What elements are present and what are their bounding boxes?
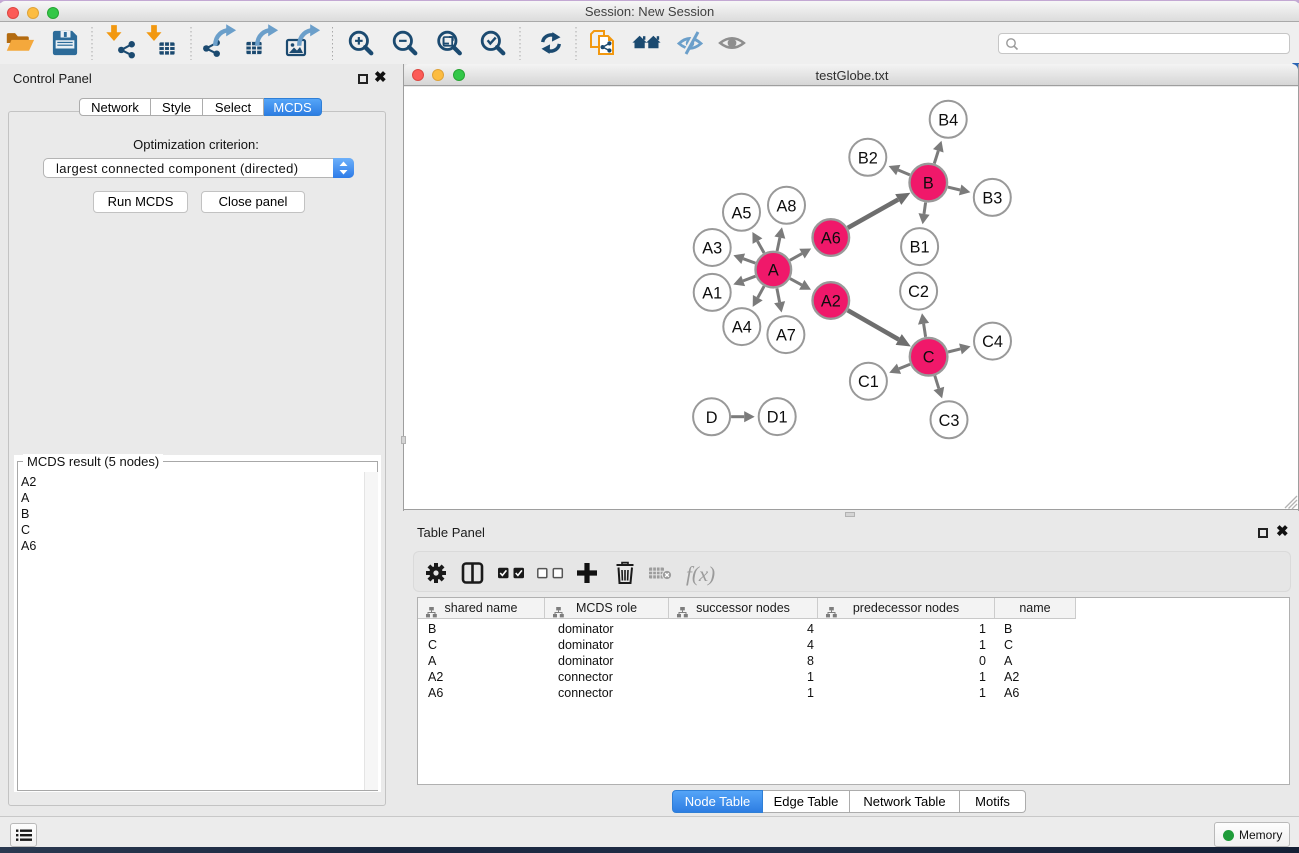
- svg-text:B3: B3: [982, 189, 1002, 207]
- svg-text:B4: B4: [938, 111, 958, 129]
- svg-text:C2: C2: [908, 283, 929, 301]
- svg-text:D: D: [706, 409, 718, 427]
- svg-text:C3: C3: [939, 412, 960, 430]
- svg-text:C1: C1: [858, 373, 879, 391]
- svg-text:A8: A8: [777, 197, 797, 215]
- svg-text:A2: A2: [821, 293, 841, 311]
- svg-text:D1: D1: [767, 409, 788, 427]
- svg-text:A1: A1: [702, 284, 722, 302]
- svg-text:A3: A3: [702, 240, 722, 258]
- svg-text:C: C: [923, 349, 935, 367]
- svg-text:B2: B2: [858, 149, 878, 167]
- svg-text:A4: A4: [732, 319, 752, 337]
- svg-text:f(x): f(x): [686, 562, 715, 586]
- svg-text:A7: A7: [776, 327, 796, 345]
- svg-text:A: A: [768, 262, 779, 280]
- svg-text:A6: A6: [821, 230, 841, 248]
- svg-text:B: B: [923, 175, 934, 193]
- svg-text:C4: C4: [982, 333, 1003, 351]
- svg-text:B1: B1: [910, 239, 930, 257]
- svg-text:A5: A5: [732, 204, 752, 222]
